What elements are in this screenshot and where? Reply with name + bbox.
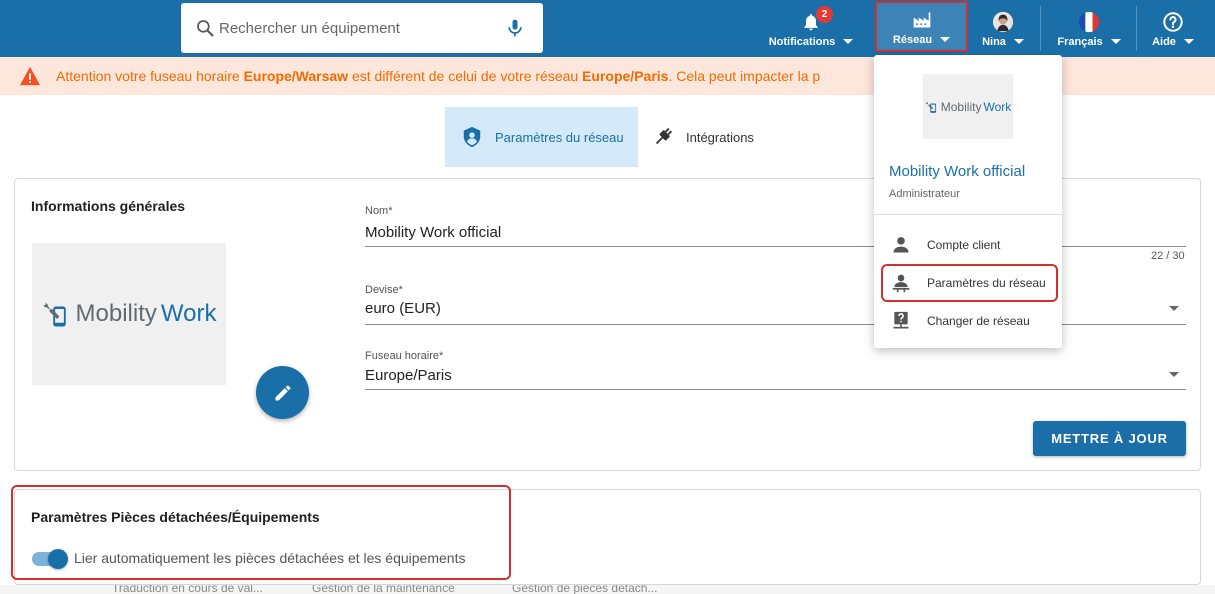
help-circle-icon <box>1161 10 1185 34</box>
annotation-highlight <box>881 264 1058 302</box>
timezone-select[interactable]: Europe/Paris <box>365 367 452 384</box>
chevron-down-icon <box>1013 39 1024 44</box>
wrench-phone-icon <box>925 101 936 113</box>
person-icon <box>893 237 909 253</box>
name-field-underline <box>365 246 1186 247</box>
currency-select[interactable]: euro (EUR) <box>365 300 441 317</box>
update-button[interactable]: METTRE À JOUR <box>1033 421 1186 456</box>
menu-item-client-account[interactable]: Compte client <box>874 230 1062 260</box>
pencil-icon <box>275 384 290 400</box>
user-name-label: Nina <box>982 35 1006 48</box>
timezone-field-underline <box>365 389 1186 390</box>
annotation-highlight <box>11 485 511 580</box>
factory-icon <box>910 8 934 32</box>
top-navigation-bar: 2 Notifications Réseau Nina Français Aid… <box>0 0 1215 57</box>
plug-icon <box>655 127 673 145</box>
search-input[interactable] <box>219 15 499 41</box>
search-icon <box>197 20 214 37</box>
bell-icon: 2 <box>799 5 833 34</box>
menu-user-role: Administrateur <box>889 188 960 200</box>
currency-field-label: Devise* <box>365 284 403 296</box>
nav-divider <box>1136 6 1137 51</box>
shield-user-icon <box>463 126 481 148</box>
tab-label: Intégrations <box>686 129 754 145</box>
menu-divider <box>874 214 1062 215</box>
chevron-down-icon <box>940 37 951 42</box>
network-timezone: Europe/Paris <box>582 68 669 84</box>
chevron-down-icon <box>1183 39 1194 44</box>
menu-item-change-network[interactable]: Changer de réseau <box>874 306 1062 336</box>
currency-field-underline <box>365 324 1186 325</box>
name-field-label: Nom* <box>365 205 393 217</box>
dropdown-arrow-icon[interactable] <box>1169 372 1179 377</box>
network-logo: Mobility Work <box>32 243 226 385</box>
notification-count-badge: 2 <box>816 5 833 23</box>
help-label: Aide <box>1152 35 1176 48</box>
notifications-label: Notifications <box>768 35 836 48</box>
reseau-label: Réseau <box>892 33 933 46</box>
wrench-phone-icon <box>42 302 66 327</box>
avatar <box>991 10 1015 34</box>
nav-divider <box>1040 6 1041 51</box>
chevron-down-icon <box>1110 39 1121 44</box>
menu-network-name: Mobility Work official <box>889 163 1026 180</box>
search-bar[interactable] <box>181 3 543 53</box>
switch-network-icon <box>893 311 909 329</box>
user-timezone: Europe/Warsaw <box>243 68 349 84</box>
tab-network-settings[interactable]: Paramètres du réseau <box>445 107 638 167</box>
language-menu[interactable]: Français <box>1044 0 1134 57</box>
chevron-down-icon <box>843 39 854 44</box>
help-menu[interactable]: Aide <box>1140 0 1206 57</box>
reseau-dropdown-menu: Mobility Work Mobility Work official Admi… <box>874 55 1062 348</box>
tab-label: Paramètres du réseau <box>495 129 624 145</box>
dropdown-arrow-icon[interactable] <box>1169 306 1179 311</box>
background-table-strip: Traduction en cours de val... Gestion de… <box>0 585 1215 594</box>
timezone-warning-text: Attention votre fuseau horaire Europe/Wa… <box>56 68 821 84</box>
microphone-icon[interactable] <box>505 17 525 39</box>
warning-icon <box>20 66 40 86</box>
edit-logo-button[interactable] <box>256 366 309 419</box>
name-char-counter: 22 / 30 <box>1151 250 1185 262</box>
reseau-menu[interactable]: Réseau <box>875 1 968 52</box>
section-title: Informations générales <box>31 198 186 214</box>
language-label: Français <box>1057 35 1103 48</box>
timezone-field-label: Fuseau horaire* <box>365 350 444 362</box>
user-menu[interactable]: Nina <box>972 0 1034 57</box>
name-field[interactable]: Mobility Work official <box>365 224 501 241</box>
french-flag-icon <box>1077 10 1101 34</box>
notifications-menu[interactable]: 2 Notifications <box>763 0 859 57</box>
menu-network-logo: Mobility Work <box>923 74 1013 139</box>
tab-integrations[interactable]: Intégrations <box>652 107 782 167</box>
